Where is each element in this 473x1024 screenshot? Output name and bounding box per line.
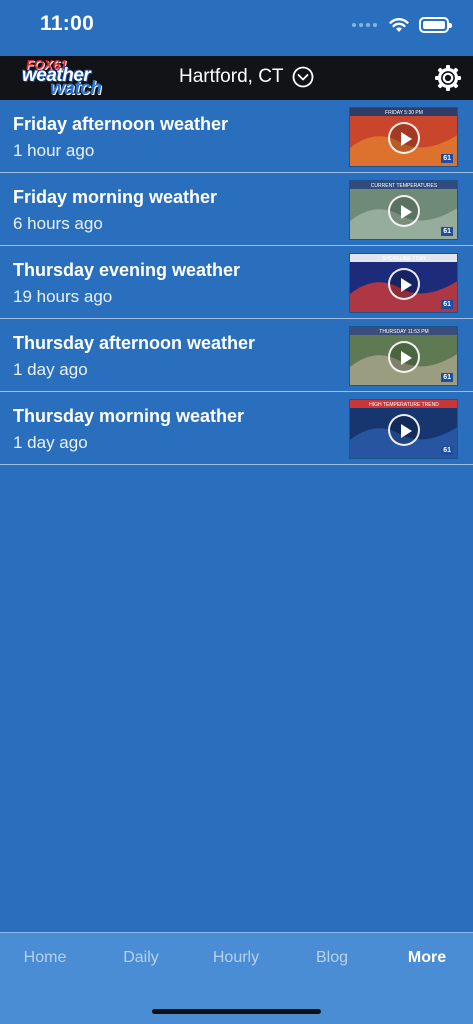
video-title: Thursday evening weather (13, 260, 241, 280)
play-icon (388, 195, 420, 227)
location-label: Hartford, CT (179, 66, 284, 87)
home-indicator (152, 1009, 321, 1014)
tab-home[interactable]: Home (5, 949, 85, 967)
video-title: Thursday morning weather (13, 406, 245, 426)
location-selector[interactable]: Hartford, CT (179, 66, 314, 88)
weather-video-list: Friday afternoon weather 1 hour ago FRID… (0, 100, 473, 465)
battery-icon (419, 17, 452, 33)
cellular-signal-icon (352, 23, 377, 27)
svg-text:THURSDAY 11:53 PM: THURSDAY 11:53 PM (379, 329, 428, 335)
svg-text:SHORELINE 7 DAY: SHORELINE 7 DAY (382, 256, 427, 262)
tab-blog[interactable]: Blog (292, 949, 372, 967)
play-icon (388, 268, 420, 300)
video-thumbnail[interactable]: THURSDAY 11:53 PM 61 (349, 326, 458, 386)
video-thumbnail[interactable]: SHORELINE 7 DAY 61 (349, 253, 458, 313)
tab-hourly[interactable]: Hourly (196, 949, 276, 967)
tab-daily[interactable]: Daily (101, 949, 181, 967)
video-title: Friday morning weather (13, 187, 218, 207)
play-icon (388, 122, 420, 154)
video-list-item[interactable]: Thursday evening weather 19 hours ago SH… (0, 246, 473, 319)
play-icon (388, 414, 420, 446)
video-list-item[interactable]: Friday morning weather 6 hours ago CURRE… (0, 173, 473, 246)
status-time: 11:00 (40, 12, 95, 35)
video-list-item[interactable]: Thursday afternoon weather 1 day ago THU… (0, 319, 473, 392)
video-title: Thursday afternoon weather (13, 333, 256, 353)
fox61-weather-watch-logo[interactable]: FOX61 weather watch (20, 56, 116, 100)
svg-text:HIGH TEMPERATURE TREND: HIGH TEMPERATURE TREND (369, 402, 439, 408)
video-list-item[interactable]: Thursday morning weather 1 day ago HIGH … (0, 392, 473, 465)
video-thumbnail[interactable]: CURRENT TEMPERATURES 61 (349, 180, 458, 240)
play-icon (388, 341, 420, 373)
video-thumbnail[interactable]: HIGH TEMPERATURE TREND 61 (349, 399, 458, 459)
status-icons (352, 14, 452, 36)
video-title: Friday afternoon weather (13, 114, 229, 134)
video-age: 1 day ago (13, 360, 88, 379)
video-age: 6 hours ago (13, 214, 103, 233)
video-list-item[interactable]: Friday afternoon weather 1 hour ago FRID… (0, 100, 473, 173)
video-age: 1 day ago (13, 433, 88, 452)
svg-text:FRIDAY 5:30 PM: FRIDAY 5:30 PM (385, 110, 423, 116)
chevron-down-icon (292, 66, 313, 88)
video-age: 19 hours ago (13, 287, 113, 306)
svg-text:CURRENT TEMPERATURES: CURRENT TEMPERATURES (371, 183, 438, 189)
video-age: 1 hour ago (13, 141, 95, 160)
tab-more[interactable]: More (387, 949, 467, 967)
status-bar: 11:00 (0, 0, 473, 56)
wifi-icon (389, 18, 409, 32)
app-header: FOX61 weather watch Hartford, CT (0, 56, 473, 100)
video-thumbnail[interactable]: FRIDAY 5:30 PM 61 (349, 107, 458, 167)
gear-icon[interactable] (434, 64, 462, 92)
